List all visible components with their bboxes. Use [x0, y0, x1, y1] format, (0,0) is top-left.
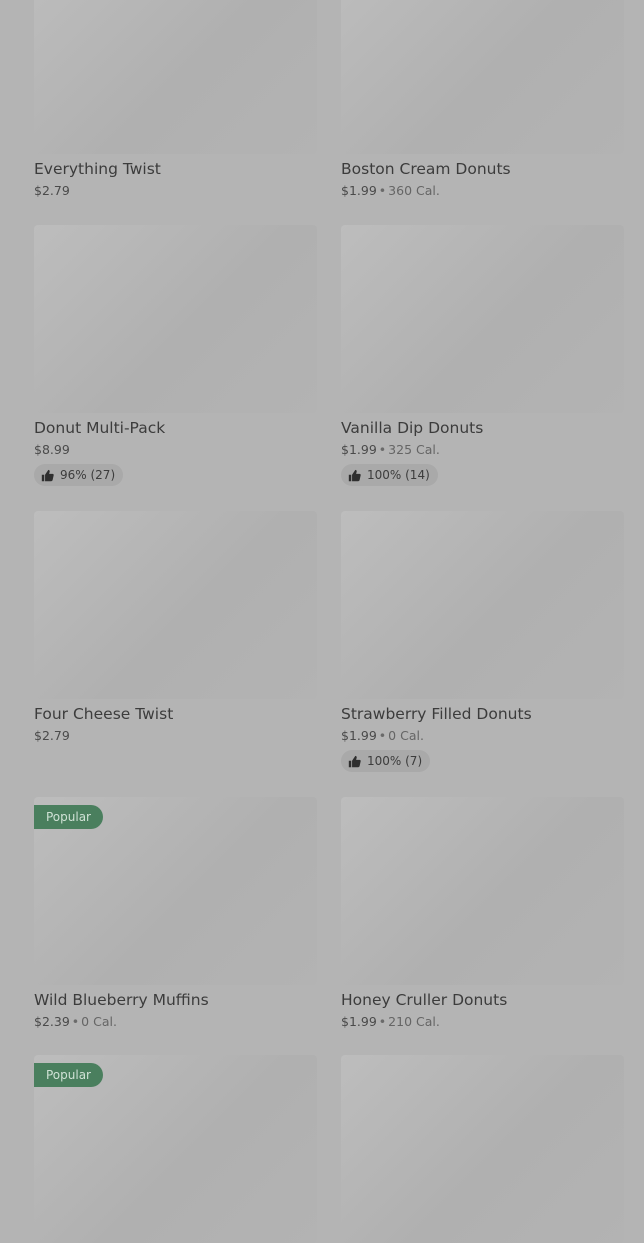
item-meta: $1.99 • 325 Cal. [341, 440, 624, 460]
item-image[interactable] [34, 511, 317, 699]
meta-separator: • [378, 183, 387, 198]
item-meta: $2.39 • 0 Cal. [34, 1012, 317, 1032]
meta-separator: • [378, 442, 387, 457]
item-price: $8.99 [34, 442, 70, 457]
meta-separator: • [71, 1014, 80, 1029]
rating-pill: 100% (14) [341, 464, 438, 486]
item-image[interactable] [34, 0, 317, 154]
item-price: $1.99 [341, 183, 377, 198]
menu-item-card[interactable]: Popular [34, 1055, 317, 1243]
item-price: $2.79 [34, 183, 70, 198]
menu-item-card[interactable]: Strawberry Filled Donuts $1.99 • 0 Cal. 10… [341, 511, 624, 772]
item-price: $1.99 [341, 1014, 377, 1029]
item-name: Strawberry Filled Donuts [341, 705, 532, 723]
menu-item-card[interactable]: Donut Multi-Pack $8.99 96% (27) [34, 225, 317, 486]
item-name: Everything Twist [34, 160, 161, 178]
rating-text: 96% (27) [60, 468, 116, 482]
item-calories: 210 Cal. [388, 1014, 440, 1029]
menu-item-card[interactable]: Vanilla Dip Donuts $1.99 • 325 Cal. 100% (… [341, 225, 624, 486]
menu-item-card[interactable]: Four Cheese Twist $2.79 [34, 511, 317, 746]
item-image[interactable] [341, 0, 624, 154]
item-image[interactable] [341, 1055, 624, 1243]
menu-item-grid: Everything Twist $2.79 Boston Cream Donu… [0, 0, 644, 1243]
item-name: Wild Blueberry Muffins [34, 991, 209, 1009]
menu-item-card[interactable]: Honey Cruller Donuts $1.99 • 210 Cal. [341, 797, 624, 1032]
item-image[interactable] [34, 225, 317, 413]
item-name: Vanilla Dip Donuts [341, 419, 484, 437]
item-price: $2.39 [34, 1014, 70, 1029]
item-meta: $1.99 • 0 Cal. [341, 726, 624, 746]
item-price: $1.99 [341, 728, 377, 743]
item-name: Donut Multi-Pack [34, 419, 166, 437]
item-calories: 360 Cal. [388, 183, 440, 198]
item-calories: 325 Cal. [388, 442, 440, 457]
item-image[interactable] [341, 797, 624, 985]
popular-badge: Popular [34, 805, 103, 829]
item-meta: $2.79 [34, 181, 317, 201]
item-meta: $1.99 • 210 Cal. [341, 1012, 624, 1032]
item-image[interactable]: Popular [34, 1055, 317, 1243]
thumbs-up-icon [348, 755, 361, 767]
meta-separator: • [378, 1014, 387, 1029]
item-price: $1.99 [341, 442, 377, 457]
item-meta: $8.99 [34, 440, 317, 460]
menu-item-card[interactable]: Popular Wild Blueberry Muffins $2.39 • 0 C… [34, 797, 317, 1032]
meta-separator: • [378, 728, 387, 743]
thumbs-up-icon [348, 469, 361, 481]
rating-pill: 96% (27) [34, 464, 124, 486]
item-name: Boston Cream Donuts [341, 160, 511, 178]
rating-pill: 100% (7) [341, 750, 431, 772]
item-meta: $2.79 [34, 726, 317, 746]
rating-text: 100% (14) [367, 468, 430, 482]
item-calories: 0 Cal. [81, 1014, 117, 1029]
menu-item-card[interactable]: Boston Cream Donuts $1.99 • 360 Cal. [341, 0, 624, 201]
item-image[interactable]: Popular [34, 797, 317, 985]
thumbs-up-icon [41, 469, 54, 481]
item-price: $2.79 [34, 728, 70, 743]
popular-badge: Popular [34, 1063, 103, 1087]
menu-item-card[interactable] [341, 1055, 624, 1243]
item-name: Honey Cruller Donuts [341, 991, 508, 1009]
item-image[interactable] [341, 225, 624, 413]
item-calories: 0 Cal. [388, 728, 424, 743]
item-name: Four Cheese Twist [34, 705, 174, 723]
rating-text: 100% (7) [367, 754, 423, 768]
item-image[interactable] [341, 511, 624, 699]
menu-item-card[interactable]: Everything Twist $2.79 [34, 0, 317, 201]
item-meta: $1.99 • 360 Cal. [341, 181, 624, 201]
